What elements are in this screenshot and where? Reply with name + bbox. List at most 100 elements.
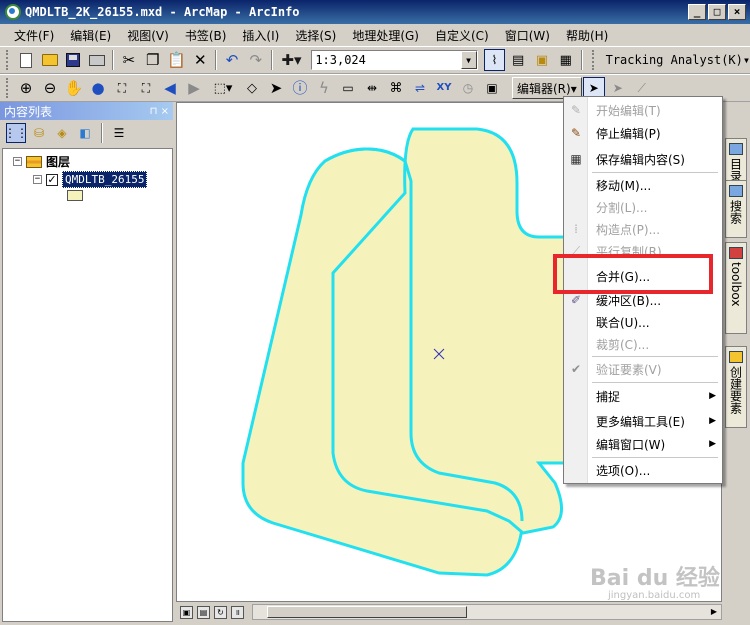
minimize-button[interactable]: _: [688, 4, 706, 20]
toolbar-grip[interactable]: [6, 50, 10, 70]
menu-save-edits[interactable]: ▦ 保存编辑内容(S): [564, 148, 722, 170]
menu-insert[interactable]: 插入(I): [234, 27, 287, 44]
layer-row[interactable]: − ✓ QMDLTB_26155: [33, 171, 148, 188]
layer-name[interactable]: QMDLTB_26155: [62, 171, 148, 188]
scrollbar-thumb[interactable]: [267, 606, 467, 618]
watermark-logo: Bai du 经验: [590, 566, 720, 591]
pause-drawing-button[interactable]: ॥: [231, 605, 244, 619]
toc-toolbar-separator: [101, 123, 103, 143]
polygon-symbol-swatch[interactable]: [67, 190, 83, 201]
menu-file[interactable]: 文件(F): [6, 27, 62, 44]
search-window-button[interactable]: ▦: [555, 49, 577, 71]
menu-options[interactable]: 选项(O)...: [564, 459, 722, 481]
measure-button[interactable]: ⇹: [361, 77, 383, 99]
layer-visibility-checkbox[interactable]: ✓: [46, 173, 58, 186]
save-button[interactable]: [63, 49, 85, 71]
find-button[interactable]: ⌘: [385, 77, 407, 99]
print-button[interactable]: [86, 49, 108, 71]
open-button[interactable]: [39, 49, 61, 71]
menu-separator: [592, 172, 718, 173]
menu-union[interactable]: 联合(U)...: [564, 311, 722, 333]
menu-help[interactable]: 帮助(H): [558, 27, 616, 44]
zoom-in-button[interactable]: ⊕: [15, 77, 37, 99]
table-of-contents-button[interactable]: ▤: [507, 49, 529, 71]
add-data-button[interactable]: ✚▾: [277, 49, 307, 71]
map-scale-combo[interactable]: 1:3,024 ▼: [311, 50, 478, 70]
close-button[interactable]: ×: [728, 4, 746, 20]
viewer-window-button[interactable]: ▣: [481, 77, 503, 99]
toolbar-grip[interactable]: [6, 78, 10, 98]
undo-button[interactable]: ↶: [221, 49, 243, 71]
toolbar-separator: [270, 50, 273, 70]
menu-construct-points[interactable]: ⁞ 构造点(P)...: [564, 218, 722, 240]
lightning-icon: ϟ: [319, 78, 329, 97]
paste-button[interactable]: 📋: [166, 49, 188, 71]
pin-icon[interactable]: ⊓ ×: [150, 106, 169, 117]
menu-validate-features[interactable]: ✔ 验证要素(V): [564, 358, 722, 380]
menu-edit[interactable]: 编辑(E): [62, 27, 119, 44]
zoom-out-button[interactable]: ⊖: [39, 77, 61, 99]
select-features-button[interactable]: ⬚▾: [207, 77, 239, 99]
toc-options-button[interactable]: ☰: [109, 123, 129, 143]
menu-stop-editing[interactable]: ✎ 停止编辑(P): [564, 122, 722, 144]
redo-button[interactable]: ↷: [245, 49, 267, 71]
hyperlink-button[interactable]: ϟ: [313, 77, 335, 99]
data-view-button[interactable]: ▣: [180, 605, 193, 619]
clear-selection-button[interactable]: ◇: [241, 77, 263, 99]
horizontal-scrollbar[interactable]: ▶: [252, 604, 722, 620]
list-by-source-button[interactable]: ⛁: [29, 123, 49, 143]
menu-bookmarks[interactable]: 书签(B): [177, 27, 235, 44]
list-by-selection-button[interactable]: ◧: [75, 123, 95, 143]
forward-extent-button[interactable]: ▶: [183, 77, 205, 99]
toolbar-grip[interactable]: [591, 50, 596, 70]
menu-start-editing[interactable]: ✎ 开始编辑(T): [564, 99, 722, 121]
menu-editing-windows[interactable]: 编辑窗口(W) ▶: [564, 433, 722, 455]
fixed-zoom-out-icon: ⛶: [141, 81, 151, 95]
select-elements-button[interactable]: ➤: [265, 77, 287, 99]
layout-view-button[interactable]: ▤: [197, 605, 210, 619]
maximize-button[interactable]: □: [708, 4, 726, 20]
catalog-window-button[interactable]: ▣: [531, 49, 553, 71]
menu-snapping[interactable]: 捕捉 ▶: [564, 385, 722, 407]
collapse-layer-toggle[interactable]: −: [33, 175, 42, 184]
collapse-layers-toggle[interactable]: −: [13, 157, 22, 166]
menu-bar: 文件(F) 编辑(E) 视图(V) 书签(B) 插入(I) 选择(S) 地理处理…: [0, 24, 750, 46]
points-icon: ⁞: [574, 222, 578, 236]
pan-button[interactable]: ✋: [63, 77, 85, 99]
editor-toolbar-button[interactable]: ⌇: [483, 49, 506, 71]
validate-icon: ✔: [570, 362, 582, 376]
create-features-tab[interactable]: 创建要素: [725, 346, 747, 428]
full-extent-button[interactable]: ●: [87, 77, 109, 99]
tracking-analyst-menu[interactable]: Tracking Analyst(K)▾: [606, 53, 750, 67]
menu-windows[interactable]: 窗口(W): [497, 27, 558, 44]
delete-button[interactable]: ✕: [189, 49, 211, 71]
find-route-button[interactable]: ⇌: [409, 77, 431, 99]
menu-move[interactable]: 移动(M)...: [564, 174, 722, 196]
time-slider-button[interactable]: ◷: [457, 77, 479, 99]
toolbox-tab[interactable]: toolbox: [725, 242, 747, 334]
refresh-button[interactable]: ↻: [214, 605, 227, 619]
go-to-xy-button[interactable]: XY: [433, 77, 455, 99]
layers-group-row[interactable]: − 图层: [13, 153, 70, 170]
new-document-button[interactable]: [15, 49, 37, 71]
list-by-visibility-button[interactable]: ◈: [52, 123, 72, 143]
drawing-order-icon: ⋮⋮: [4, 126, 28, 140]
cut-button[interactable]: ✂: [118, 49, 140, 71]
fixed-zoom-in-button[interactable]: ⛶: [111, 77, 133, 99]
menu-split[interactable]: 分割(L)...: [564, 196, 722, 218]
search-tab[interactable]: 搜索: [725, 180, 747, 238]
menu-customize[interactable]: 自定义(C): [427, 27, 497, 44]
html-popup-button[interactable]: ▭: [337, 77, 359, 99]
fixed-zoom-out-button[interactable]: ⛶: [135, 77, 157, 99]
menu-geoprocessing[interactable]: 地理处理(G): [344, 27, 427, 44]
menu-clip[interactable]: 裁剪(C)...: [564, 333, 722, 355]
menu-more-editing-tools[interactable]: 更多编辑工具(E) ▶: [564, 410, 722, 432]
chevron-down-icon[interactable]: ▼: [460, 51, 477, 69]
menu-selection[interactable]: 选择(S): [287, 27, 344, 44]
identify-button[interactable]: ⓘ: [289, 77, 311, 99]
menu-view[interactable]: 视图(V): [119, 27, 177, 44]
scroll-right-icon[interactable]: ▶: [707, 605, 721, 619]
copy-button[interactable]: ❐: [142, 49, 164, 71]
list-by-drawing-order-button[interactable]: ⋮⋮: [4, 123, 28, 143]
back-extent-button[interactable]: ◀: [159, 77, 181, 99]
